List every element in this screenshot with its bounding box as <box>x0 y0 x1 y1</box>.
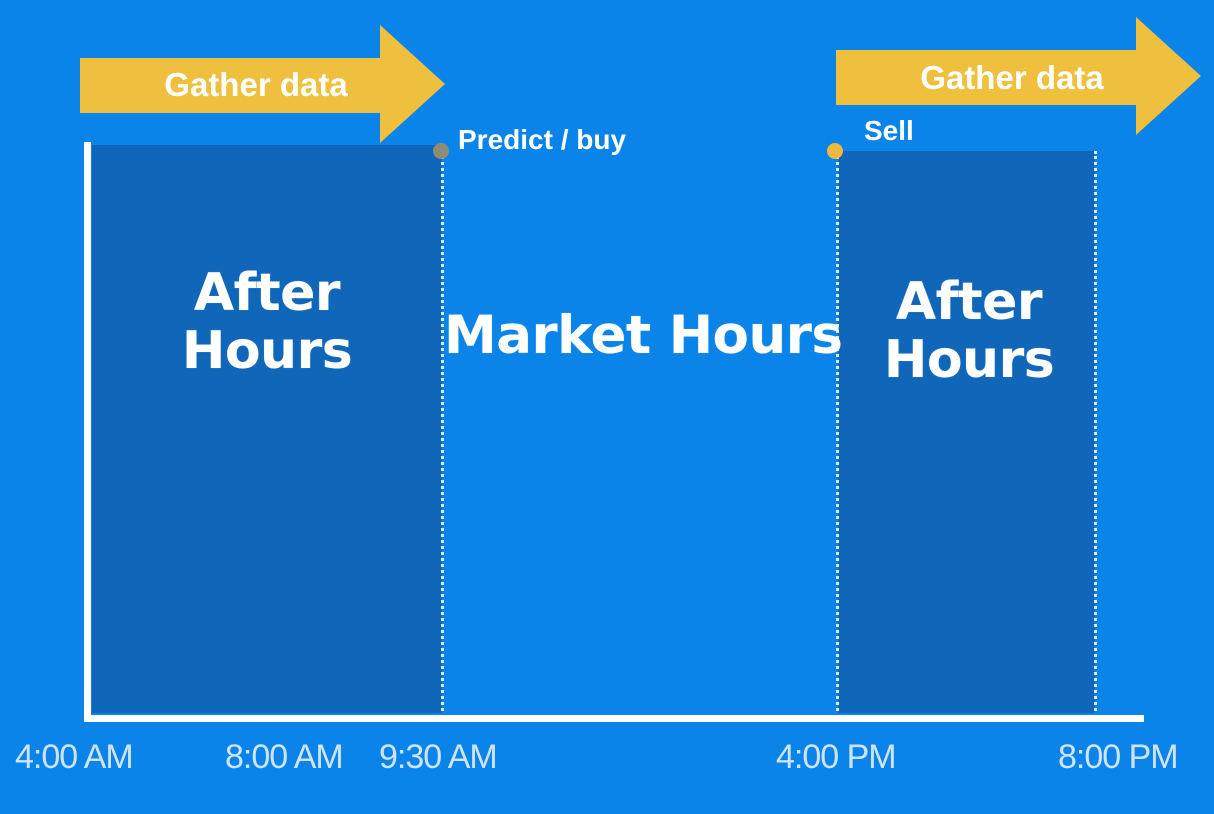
gather-data-left-arrow: Gather data <box>80 25 445 143</box>
gather-data-right-label: Gather data <box>920 59 1104 96</box>
after-hours-left-line-2: Hours <box>181 321 353 382</box>
after-hours-morning-region <box>92 145 442 713</box>
market-open-divider <box>441 151 444 711</box>
market-hours-label: Market Hours <box>444 305 843 366</box>
vertical-axis <box>84 142 91 721</box>
sell-label: Sell <box>864 115 914 146</box>
trading-timeline-diagram: After Hours Market Hours After Hours Gat… <box>0 0 1214 814</box>
buy-event-dot <box>433 143 449 159</box>
gather-data-left-label: Gather data <box>164 66 348 103</box>
time-tick-0400am: 4:00 AM <box>15 738 134 776</box>
time-tick-0800am: 8:00 AM <box>225 738 344 776</box>
time-tick-0800pm: 8:00 PM <box>1058 738 1179 776</box>
after-hours-right-line-2: Hours <box>883 330 1055 391</box>
time-axis <box>84 715 1144 722</box>
after-hours-end-divider <box>1094 151 1097 711</box>
time-tick-0400pm: 4:00 PM <box>776 738 897 776</box>
after-hours-right-line-1: After <box>895 272 1043 332</box>
after-hours-right-label: After Hours <box>838 272 1100 391</box>
market-close-divider <box>836 151 839 711</box>
after-hours-left-label: After Hours <box>92 263 442 382</box>
sell-event-dot <box>827 143 843 159</box>
after-hours-evening-region <box>838 151 1095 713</box>
predict-buy-label: Predict / buy <box>458 124 627 155</box>
after-hours-left-line-1: After <box>193 263 341 323</box>
time-tick-0930am: 9:30 AM <box>379 738 498 776</box>
